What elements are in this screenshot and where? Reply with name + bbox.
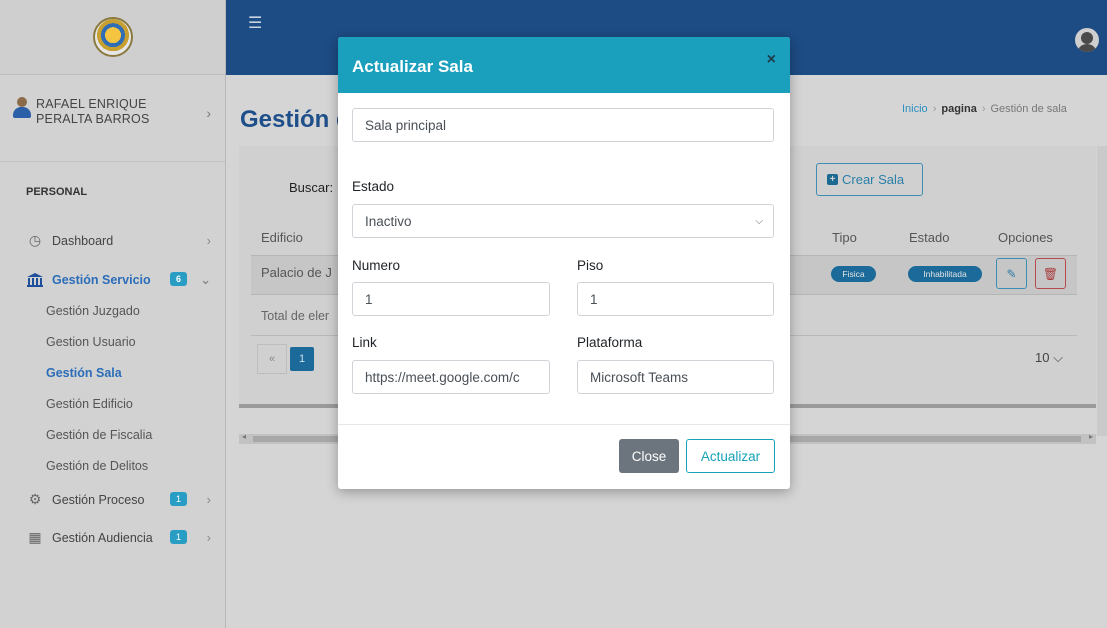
sidebar-subitem-sala[interactable]: Gestión Sala [0,357,225,388]
hamburger-menu-icon[interactable]: ☰ [248,13,262,33]
chevron-right-icon: › [206,492,211,507]
tipo-badge: Fisica [831,266,876,282]
sidebar-subitem-usuario[interactable]: Gestion Usuario [0,326,225,357]
chevron-down-icon: ⌵ [755,216,763,227]
logo-bar [0,0,225,75]
plus-icon: + [827,174,838,185]
column-header-opciones: Opciones [998,230,1053,245]
page-title: Gestión d [240,106,351,133]
edit-button[interactable]: ✎ [996,258,1027,289]
piso-label: Piso [577,258,604,273]
pagination-prev[interactable]: « [257,344,287,374]
total-elements-text: Total de eler [261,309,330,323]
search-label: Buscar: [289,180,334,195]
breadcrumb: Inicio › pagina › Gestión de sala [902,103,1067,115]
column-header-estado[interactable]: Estado [909,230,949,245]
per-page-select[interactable]: 10 ⌵ [1035,350,1063,366]
breadcrumb-separator-icon: › [932,103,937,115]
calendar-icon: ▦ [28,529,42,545]
logo-icon[interactable] [92,17,133,57]
scroll-left-icon[interactable]: ◂ [242,432,246,441]
trash-icon: 🗑 [1042,266,1059,281]
close-button[interactable]: Close [619,439,679,473]
pagination-page-1[interactable]: 1 [290,347,314,371]
bank-icon [26,271,44,289]
chevron-right-icon: › [206,530,211,545]
sidebar: RAFAEL ENRIQUE PERALTA BARROS › PERSONAL… [0,0,226,628]
modal-header: Actualizar Sala × [338,37,790,93]
gears-icon: ⚙ [28,491,42,507]
sidebar-item-gestion-audiencia[interactable]: ▦ Gestión Audiencia 1 › [0,522,225,553]
sidebar-subitem-juzgado[interactable]: Gestión Juzgado [0,295,225,326]
link-input[interactable]: https://meet.google.com/c [352,360,550,394]
plataforma-input[interactable]: Microsoft Teams [577,360,774,394]
sidebar-item-gestion-proceso[interactable]: ⚙ Gestión Proceso 1 › [0,484,225,515]
vertical-scrollbar[interactable] [1097,146,1107,436]
profile-avatar-icon[interactable] [1075,28,1099,52]
column-header-tipo[interactable]: Tipo [832,230,857,245]
sidebar-subitem-delitos[interactable]: Gestión de Delitos [0,450,225,481]
count-badge: 1 [170,530,187,544]
edit-icon: ✎ [1006,266,1017,281]
pagination: « 1 [257,344,314,374]
chevron-down-icon: ⌄ [200,271,211,287]
user-panel[interactable]: RAFAEL ENRIQUE PERALTA BARROS › [0,75,225,162]
modal-title: Actualizar Sala [352,57,473,76]
user-avatar-icon [12,97,32,119]
numero-input[interactable]: 1 [352,282,550,316]
sidebar-item-gestion-servicio[interactable]: Gestión Servicio 6 ⌄ [0,264,225,295]
column-header-edificio[interactable]: Edificio [261,230,303,245]
chevron-right-icon: › [206,105,211,121]
delete-button[interactable]: 🗑 [1035,258,1066,289]
breadcrumb-separator-icon: › [981,103,986,115]
update-button[interactable]: Actualizar [686,439,775,473]
chevron-down-icon: ⌵ [1049,350,1063,365]
scroll-right-icon[interactable]: ▸ [1089,432,1093,441]
user-name: RAFAEL ENRIQUE PERALTA BARROS [36,97,150,126]
create-sala-button[interactable]: + Crear Sala [816,163,923,196]
sidebar-subitem-fiscalia[interactable]: Gestión de Fiscalia [0,419,225,450]
modal-footer-divider [338,424,790,425]
dashboard-icon: ◷ [28,232,42,248]
piso-input[interactable]: 1 [577,282,774,316]
link-label: Link [352,335,377,350]
sidebar-subitem-edificio[interactable]: Gestión Edificio [0,388,225,419]
count-badge: 1 [170,492,187,506]
estado-select[interactable]: Inactivo ⌵ [352,204,774,238]
count-badge: 6 [170,272,187,286]
update-sala-modal: Actualizar Sala × Sala principal Estado … [338,37,790,489]
chevron-right-icon: › [206,233,211,248]
breadcrumb-home-link[interactable]: Inicio [902,103,928,115]
sidebar-item-dashboard[interactable]: ◷ Dashboard › [0,225,225,256]
breadcrumb-middle[interactable]: pagina [941,103,976,115]
numero-label: Numero [352,258,401,273]
status-badge: Inhabilitada [908,266,982,282]
cell-edificio: Palacio de J [261,265,332,280]
plataforma-label: Plataforma [577,335,643,350]
sala-name-input[interactable]: Sala principal [352,108,774,142]
close-icon[interactable]: × [767,51,776,69]
breadcrumb-current: Gestión de sala [990,103,1067,115]
estado-label: Estado [352,179,395,194]
sidebar-section-title: PERSONAL [26,186,88,198]
